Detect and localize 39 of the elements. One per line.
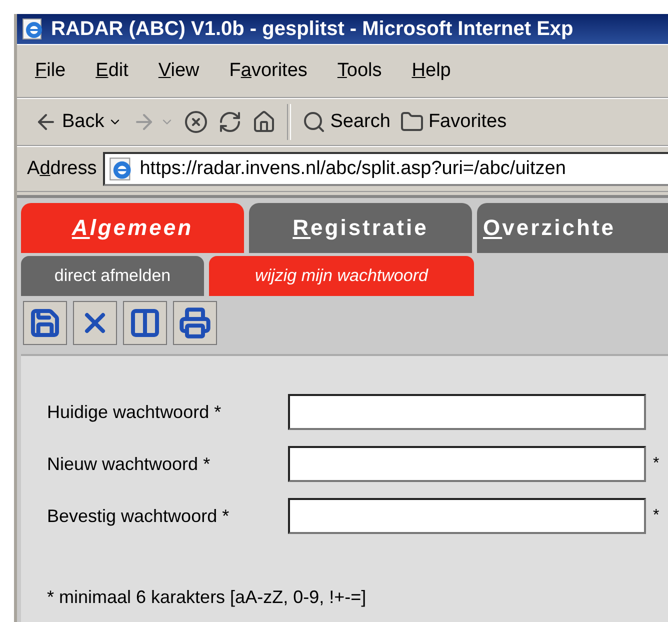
menu-item[interactable]: Help — [412, 58, 451, 84]
close-button[interactable] — [73, 301, 117, 345]
folder-icon — [400, 110, 424, 134]
field-label: Bevestig wachtwoord * — [47, 506, 230, 526]
printer-icon — [179, 307, 211, 339]
browser-icon — [21, 17, 45, 41]
field-label: Nieuw wachtwoord * — [47, 454, 212, 474]
menu-item[interactable]: Tools — [337, 58, 382, 84]
required-mark: * — [653, 507, 660, 525]
required-mark: * — [653, 455, 660, 473]
save-button[interactable] — [23, 301, 67, 345]
refresh-icon — [218, 110, 242, 134]
password-field[interactable] — [288, 446, 646, 482]
field-label: Huidige wachtwoord * — [47, 402, 222, 422]
stop-icon — [184, 110, 208, 134]
printer-button[interactable] — [173, 301, 217, 345]
menu-item[interactable]: File — [35, 58, 66, 84]
password-field[interactable] — [288, 394, 646, 430]
search-icon — [302, 110, 326, 134]
tab[interactable]: Registratie — [249, 203, 472, 253]
home-icon — [252, 110, 276, 134]
menu-item[interactable]: View — [158, 58, 200, 84]
save-icon — [29, 307, 61, 339]
folder-button[interactable]: Favorites — [397, 102, 510, 142]
sub-tab[interactable]: direct afmelden — [21, 256, 204, 296]
search-button[interactable]: Search — [299, 102, 394, 142]
menu-item[interactable]: Favorites — [229, 58, 308, 84]
columns-button[interactable] — [123, 301, 167, 345]
back-arrow-button[interactable]: Back — [31, 102, 126, 142]
menu-item[interactable]: Edit — [96, 58, 128, 84]
tab[interactable]: Algemeen — [21, 203, 244, 253]
address-field[interactable]: https://radar.invens.nl/abc/split.asp?uri=/abc/uitzen — [102, 152, 668, 186]
footnote: * minimaal 6 karakters [aA-zZ, 0-9, !+-=] — [47, 587, 368, 608]
sub-tab[interactable]: wijzig mijn wachtwoord — [209, 256, 474, 296]
columns-icon — [129, 307, 161, 339]
tab[interactable]: Overzichte — [477, 203, 668, 253]
address-label: Address — [27, 157, 97, 181]
password-field[interactable] — [288, 498, 646, 534]
window-title: RADAR (ABC) V1.0b - gesplitst - Microsoft Internet Exp — [51, 18, 574, 40]
